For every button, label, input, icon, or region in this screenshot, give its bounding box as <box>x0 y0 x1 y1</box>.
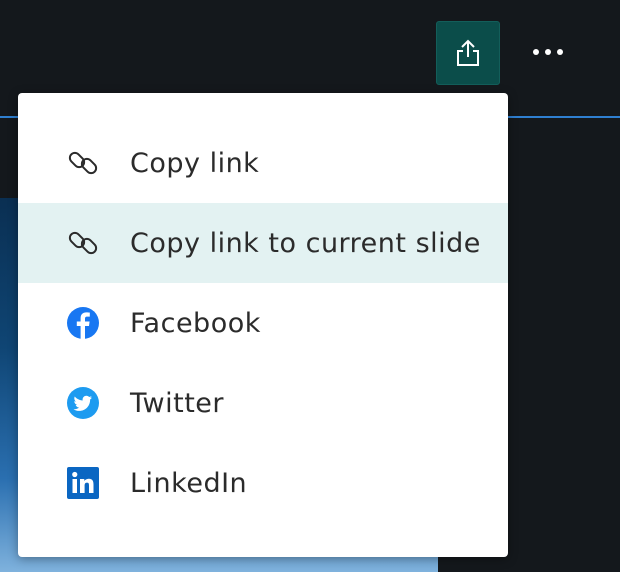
more-horizontal-icon <box>557 49 563 55</box>
share-menu: Copy link Copy link to current slide Fac… <box>18 93 508 557</box>
menu-item-label: Copy link <box>130 147 260 179</box>
linkedin-item[interactable]: LinkedIn <box>18 443 508 523</box>
link-icon <box>66 226 100 260</box>
share-button[interactable] <box>436 21 500 85</box>
more-options-button[interactable] <box>520 30 576 74</box>
linkedin-icon <box>66 466 100 500</box>
menu-item-label: LinkedIn <box>130 467 248 499</box>
share-icon <box>457 39 479 66</box>
menu-item-label: Copy link to current slide <box>130 227 481 259</box>
twitter-icon <box>66 386 100 420</box>
more-horizontal-icon <box>533 49 539 55</box>
copy-link-item[interactable]: Copy link <box>18 123 508 203</box>
more-horizontal-icon <box>545 49 551 55</box>
facebook-icon <box>66 306 100 340</box>
facebook-item[interactable]: Facebook <box>18 283 508 363</box>
copy-link-to-current-slide-item[interactable]: Copy link to current slide <box>18 203 508 283</box>
menu-item-label: Twitter <box>130 387 224 419</box>
twitter-item[interactable]: Twitter <box>18 363 508 443</box>
menu-item-label: Facebook <box>130 307 261 339</box>
link-icon <box>66 146 100 180</box>
